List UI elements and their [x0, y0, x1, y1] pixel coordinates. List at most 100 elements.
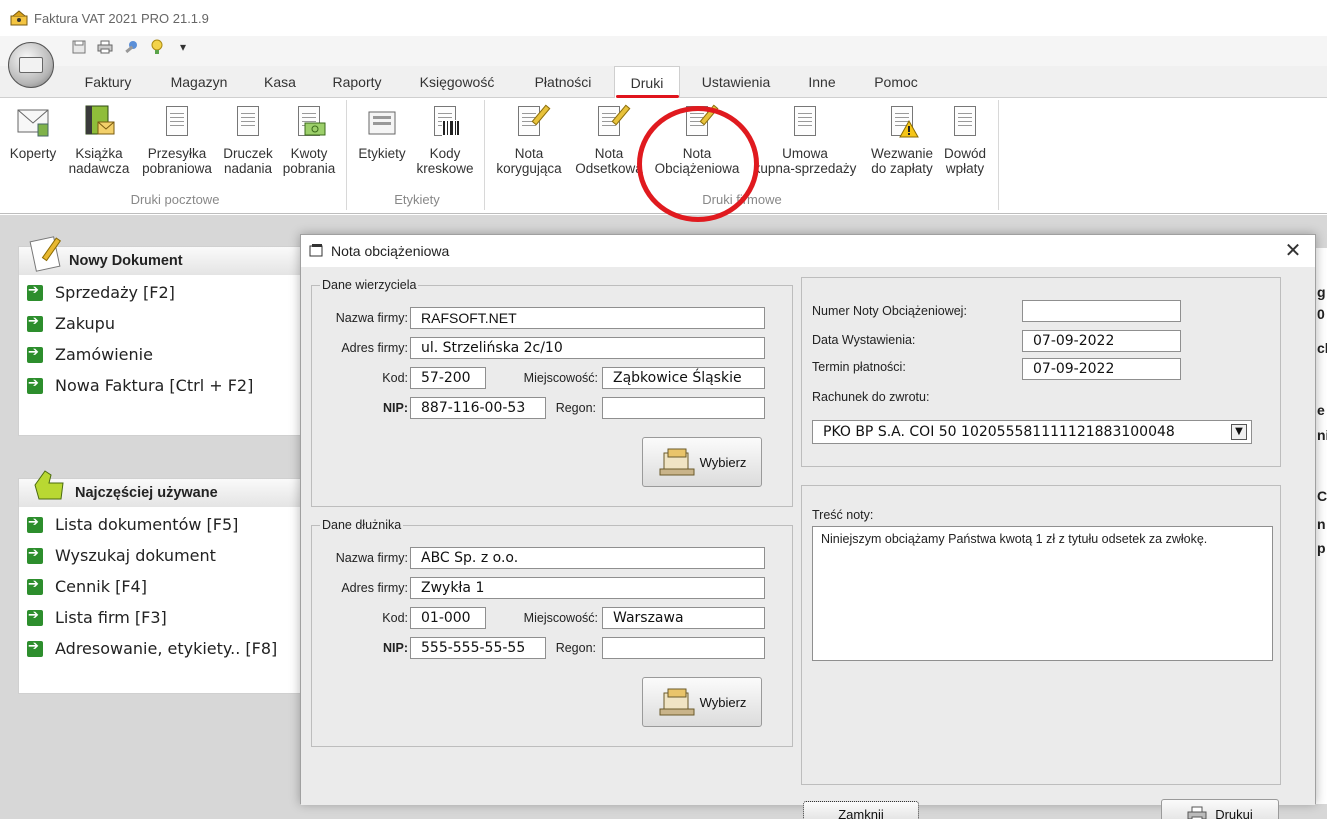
- field-label: Adres firmy:: [341, 341, 408, 355]
- print-button[interactable]: Drukuj: [1161, 799, 1279, 819]
- ribbon-nota-odsetkowa-button[interactable]: Nota Odsetkowa: [570, 104, 648, 176]
- close-button[interactable]: Zamknij: [803, 801, 919, 819]
- application-menu-button[interactable]: [8, 42, 54, 88]
- tab-ksiegowosc[interactable]: Księgowość: [408, 66, 506, 98]
- creditor-city-field[interactable]: Ząbkowice Śląskie: [602, 367, 765, 389]
- tab-faktury[interactable]: Faktury: [72, 66, 144, 98]
- creditor-fieldset: Dane wierzyciela Nazwa firmy: RAFSOFT.NE…: [311, 278, 793, 507]
- due-date-field[interactable]: 07-09-2022: [1022, 358, 1181, 380]
- ribbon-label: Etykiety: [358, 146, 406, 161]
- field-label: NIP:: [383, 401, 408, 415]
- ribbon-label: Dowód: [943, 146, 987, 161]
- note-pencil-icon: [512, 104, 551, 140]
- ribbon-label: nadania: [223, 161, 273, 176]
- note-number-field[interactable]: [1022, 300, 1181, 322]
- tab-platnosci[interactable]: Płatności: [520, 66, 606, 98]
- clipped-text: ni: [1317, 427, 1327, 443]
- list-item[interactable]: Lista dokumentów [F5]: [19, 509, 307, 540]
- dropdown-icon[interactable]: ▾: [174, 38, 192, 56]
- ribbon-kwoty-pobrania-button[interactable]: Kwoty pobrania: [278, 104, 340, 176]
- debtor-nip-field[interactable]: 555-555-55-55: [410, 637, 546, 659]
- thumbs-up-icon: [29, 467, 65, 505]
- envelope-icon: [16, 104, 50, 140]
- issue-date-field[interactable]: 07-09-2022: [1022, 330, 1181, 352]
- tab-pomoc[interactable]: Pomoc: [862, 66, 930, 98]
- bulb-icon[interactable]: [148, 38, 166, 56]
- ribbon-nota-korygujaca-button[interactable]: Nota korygująca: [490, 104, 568, 176]
- clipped-text: C: [1317, 488, 1327, 504]
- tab-inne[interactable]: Inne: [796, 66, 848, 98]
- tools-icon[interactable]: [122, 38, 140, 56]
- tab-ustawienia[interactable]: Ustawienia: [690, 66, 782, 98]
- debtor-name-field[interactable]: ABC Sp. z o.o.: [410, 547, 765, 569]
- list-item[interactable]: Zakupu: [19, 308, 307, 339]
- ribbon-label: Obciążeniowa: [654, 161, 740, 176]
- select-contact-icon: [658, 685, 696, 719]
- money-document-icon: [292, 104, 326, 140]
- debtor-city-field[interactable]: Warszawa: [602, 607, 765, 629]
- ribbon-druczek-nadania-button[interactable]: Druczek nadania: [218, 104, 278, 176]
- list-item[interactable]: Adresowanie, etykiety.. [F8]: [19, 633, 307, 664]
- list-item[interactable]: Wyszukaj dokument: [19, 540, 307, 571]
- receipt-icon: [948, 104, 982, 140]
- field-label: Regon:: [555, 641, 596, 655]
- list-item[interactable]: Zamówienie: [19, 339, 307, 370]
- tab-kasa[interactable]: Kasa: [254, 66, 306, 98]
- creditor-postal-code-field[interactable]: 57-200: [410, 367, 486, 389]
- creditor-nip-field[interactable]: 887-116-00-53: [410, 397, 546, 419]
- tab-raporty[interactable]: Raporty: [320, 66, 394, 98]
- dropdown-arrow-icon[interactable]: ▼: [1231, 424, 1247, 440]
- ribbon-label: pobraniowa: [142, 161, 212, 176]
- dialog-title: Nota obciążeniowa: [331, 243, 450, 259]
- creditor-address-field[interactable]: ul. Strzelińska 2c/10: [410, 337, 765, 359]
- list-item[interactable]: Nowa Faktura [Ctrl + F2]: [19, 370, 307, 401]
- debtor-address-field[interactable]: Zwykła 1: [410, 577, 765, 599]
- creditor-name-field[interactable]: RAFSOFT.NET: [410, 307, 765, 329]
- debtor-select-button[interactable]: Wybierz: [642, 677, 762, 727]
- ribbon-wezwanie-do-zaplaty-button[interactable]: Wezwanie do zapłaty: [866, 104, 938, 176]
- list-item-label: Sprzedaży [F2]: [55, 283, 175, 302]
- list-item-label: Zakupu: [55, 314, 115, 333]
- note-content-textarea[interactable]: Niniejszym obciążamy Państwa kwotą 1 zł …: [812, 526, 1273, 661]
- ribbon-ksiazka-nadawcza-button[interactable]: Książka nadawcza: [64, 104, 134, 176]
- creditor-regon-field[interactable]: [602, 397, 765, 419]
- clipped-text: e: [1317, 402, 1325, 418]
- dialog-body: Dane wierzyciela Nazwa firmy: RAFSOFT.NE…: [301, 267, 1315, 819]
- button-label: Zamknij: [838, 806, 884, 819]
- clipped-text: g: [1317, 284, 1326, 300]
- save-icon[interactable]: [70, 38, 88, 56]
- button-label: Wybierz: [699, 694, 747, 710]
- ribbon-umowa-kupna-sprzedazy-button[interactable]: Umowa kupna-sprzedaży: [744, 104, 866, 176]
- list-item[interactable]: Lista firm [F3]: [19, 602, 307, 633]
- ribbon-label: Wezwanie: [870, 146, 934, 161]
- list-item[interactable]: Cennik [F4]: [19, 571, 307, 602]
- green-arrow-icon: [27, 608, 43, 626]
- ribbon-dowod-wplaty-button[interactable]: Dowód wpłaty: [938, 104, 992, 176]
- note-details-panel: Numer Noty Obciążeniowej: Data Wystawien…: [801, 277, 1281, 467]
- green-arrow-icon: [27, 376, 43, 394]
- ribbon-label: wpłaty: [945, 161, 985, 176]
- ribbon-przesylka-pobraniowa-button[interactable]: Przesyłka pobraniowa: [136, 104, 218, 176]
- ribbon-etykiety-button[interactable]: Etykiety: [352, 104, 412, 161]
- field-label: Adres firmy:: [341, 581, 408, 595]
- ribbon-nota-obciazeniowa-button[interactable]: Nota Obciążeniowa: [650, 104, 744, 176]
- warning-document-icon: [885, 104, 919, 140]
- close-icon[interactable]: ✕: [1281, 239, 1305, 263]
- green-arrow-icon: [27, 283, 43, 301]
- ribbon-label: Druczek: [223, 146, 273, 161]
- select-contact-icon: [658, 445, 696, 479]
- debtor-postal-code-field[interactable]: 01-000: [410, 607, 486, 629]
- clipped-text: cl: [1317, 340, 1327, 356]
- note-pencil-icon: [680, 104, 719, 140]
- print-icon[interactable]: [96, 38, 114, 56]
- ribbon-koperty-button[interactable]: Koperty: [2, 104, 64, 161]
- clipped-text: p: [1317, 540, 1326, 556]
- debtor-fieldset: Dane dłużnika Nazwa firmy: ABC Sp. z o.o…: [311, 518, 793, 747]
- debtor-regon-field[interactable]: [602, 637, 765, 659]
- field-label: Data Wystawienia:: [812, 333, 916, 347]
- list-item[interactable]: Sprzedaży [F2]: [19, 277, 307, 308]
- refund-account-select[interactable]: PKO BP S.A. COI 50 102055581111121883100…: [812, 420, 1252, 444]
- creditor-select-button[interactable]: Wybierz: [642, 437, 762, 487]
- tab-magazyn[interactable]: Magazyn: [160, 66, 238, 98]
- ribbon-kody-kreskowe-button[interactable]: Kody kreskowe: [412, 104, 478, 176]
